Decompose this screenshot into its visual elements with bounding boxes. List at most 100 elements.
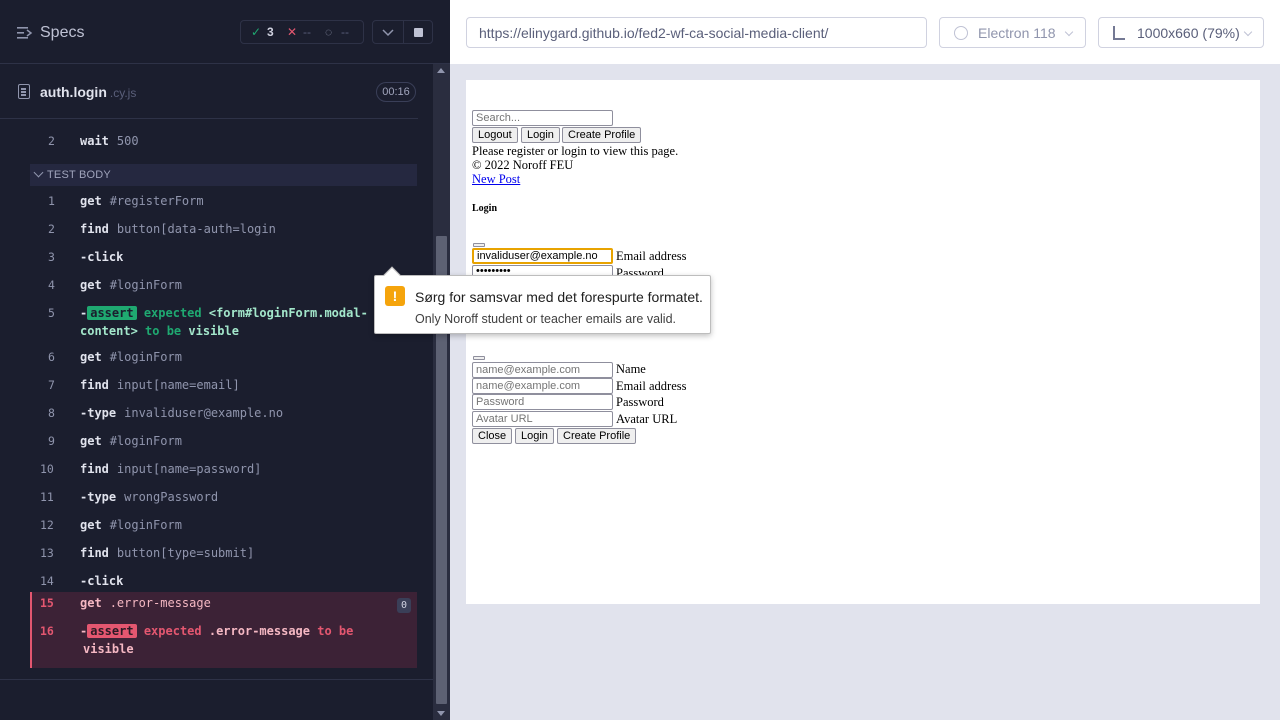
- document-icon: [18, 84, 30, 99]
- create-profile-button[interactable]: Create Profile: [557, 428, 637, 444]
- command-row[interactable]: 4 get #loginForm: [30, 276, 417, 304]
- scroll-up-arrow-icon[interactable]: [437, 68, 445, 73]
- viewport-size: 1000x660 (79%): [1137, 25, 1240, 41]
- command-row[interactable]: 2 find button[data-auth=login: [30, 220, 417, 248]
- chevron-down-icon: [33, 167, 44, 178]
- command-name: get .error-message: [80, 596, 211, 610]
- search-input[interactable]: Search...: [472, 110, 613, 126]
- email-input[interactable]: invaliduser@example.no: [472, 248, 613, 264]
- browser-selector[interactable]: Electron 118: [939, 17, 1086, 48]
- register-name-input[interactable]: name@example.com: [472, 362, 613, 378]
- chevron-down-icon: [382, 29, 394, 37]
- stop-button[interactable]: [403, 20, 433, 44]
- name-label: Name: [616, 362, 646, 376]
- divider: [0, 679, 433, 680]
- register-notice: Please register or login to view this pa…: [472, 144, 679, 158]
- spec-filename: auth.login: [40, 84, 107, 100]
- spec-title: auth.login .cy.js: [40, 84, 136, 100]
- assert-tag: assert: [87, 624, 137, 638]
- command-row[interactable]: 10 find input[name=password]: [30, 460, 417, 488]
- command-row[interactable]: 13 find button[type=submit]: [30, 544, 417, 572]
- command-name: get #loginForm: [80, 518, 182, 532]
- command-number: 11: [40, 490, 54, 504]
- command-row[interactable]: 11 -type wrongPassword: [30, 488, 417, 516]
- command-number: 1: [48, 194, 55, 208]
- passed-count: 3: [267, 25, 274, 39]
- avatar-url-label: Avatar URL: [616, 412, 678, 426]
- assert-tag: assert: [87, 306, 137, 320]
- command-number: 14: [40, 574, 54, 588]
- validation-message: Sørg for samsvar med det forespurte form…: [415, 289, 703, 305]
- login-button[interactable]: Login: [515, 428, 554, 444]
- failed-count: --: [303, 25, 311, 39]
- create-profile-button[interactable]: Create Profile: [562, 127, 642, 143]
- command-row-assert-failed[interactable]: 16 - assert expected .error-message to be…: [30, 622, 417, 666]
- command-row[interactable]: 7 find input[name=email]: [30, 376, 417, 404]
- command-number: 2: [48, 134, 55, 148]
- command-row[interactable]: 3 -click: [30, 248, 417, 276]
- command-row[interactable]: 14 -click: [30, 572, 417, 592]
- register-password-input[interactable]: Password: [472, 394, 613, 410]
- command-name: get #loginForm: [80, 434, 182, 448]
- command-row[interactable]: 12 get #loginForm: [30, 516, 417, 544]
- close-modal-button[interactable]: [473, 243, 485, 247]
- browser-name: Electron 118: [978, 25, 1056, 41]
- command-row[interactable]: 8 -type invaliduser@example.no: [30, 404, 417, 432]
- chevron-down-button[interactable]: [372, 20, 404, 44]
- email-label: Email address: [616, 249, 687, 263]
- command-row-assert[interactable]: 5 - assert expected <form#loginForm.modal…: [30, 304, 417, 348]
- assert-command: - assert expected .error-message to be vis…: [80, 624, 354, 656]
- command-row[interactable]: 1 get #registerForm: [30, 192, 417, 220]
- command-name: -type wrongPassword: [80, 490, 219, 504]
- new-post-link[interactable]: New Post: [472, 172, 520, 187]
- test-stats: ✓ 3 ✕ -- ◌ --: [240, 20, 364, 44]
- chevron-down-icon: [1064, 27, 1074, 37]
- test-body-label: TEST BODY: [47, 169, 111, 181]
- command-number: 9: [48, 434, 55, 448]
- validation-tooltip: ! Sørg for samsvar med det forespurte fo…: [374, 266, 711, 334]
- command-name: get #loginForm: [80, 350, 182, 364]
- command-log-scrollbar[interactable]: [433, 64, 450, 720]
- scroll-down-arrow-icon[interactable]: [437, 711, 445, 716]
- command-number: 2: [48, 222, 55, 236]
- command-number: 15: [40, 596, 54, 610]
- electron-icon: [954, 26, 968, 40]
- ruler-icon: [1113, 26, 1125, 40]
- command-name: -type invaliduser@example.no: [80, 406, 284, 420]
- login-button[interactable]: Login: [521, 127, 560, 143]
- command-row[interactable]: 6 get #loginForm: [30, 348, 417, 376]
- url-bar[interactable]: https://elinygard.github.io/fed2-wf-ca-s…: [466, 17, 927, 48]
- specs-list-icon[interactable]: [17, 26, 33, 40]
- runner-topbar: Specs ✓ 3 ✕ -- ◌ --: [0, 0, 450, 64]
- command-row[interactable]: 9 get #loginForm: [30, 432, 417, 460]
- command-number: 4: [48, 278, 55, 292]
- command-row-failed[interactable]: 15 get .error-message: [30, 594, 417, 622]
- test-body-header[interactable]: TEST BODY: [30, 164, 417, 186]
- command-name: -click: [80, 574, 124, 588]
- viewport-selector[interactable]: 1000x660 (79%): [1098, 17, 1264, 48]
- warning-icon: !: [385, 286, 405, 306]
- spec-header: auth.login .cy.js 00:16: [0, 65, 418, 119]
- avatar-url-input[interactable]: Avatar URL: [472, 411, 613, 427]
- command-row[interactable]: 2 wait 500: [30, 132, 417, 152]
- command-number: 16: [40, 624, 54, 638]
- command-name: find button[type=submit]: [80, 546, 255, 560]
- command-name: find input[name=password]: [80, 462, 262, 476]
- password-label: Password: [616, 395, 664, 409]
- specs-label[interactable]: Specs: [40, 24, 84, 42]
- command-number: 13: [40, 546, 54, 560]
- command-number: 5: [48, 306, 55, 320]
- command-name: find button[data-auth=login: [80, 222, 276, 236]
- app-preview-panel: https://elinygard.github.io/fed2-wf-ca-s…: [450, 0, 1280, 720]
- close-modal-button[interactable]: [473, 356, 485, 360]
- failed-x-icon: ✕: [287, 25, 298, 39]
- logout-button[interactable]: Logout: [472, 127, 518, 143]
- close-button[interactable]: Close: [472, 428, 513, 444]
- pending-count: --: [341, 25, 349, 39]
- assert-command: - assert expected <form#loginForm.modal-c…: [80, 306, 368, 338]
- app-under-test-frame: Search... Logout Login Create Profile Pl…: [466, 80, 1260, 604]
- preview-toolbar: https://elinygard.github.io/fed2-wf-ca-s…: [450, 0, 1280, 64]
- copyright-text: © 2022 Noroff FEU: [472, 158, 574, 172]
- register-email-input[interactable]: name@example.com: [472, 378, 613, 394]
- command-log: 2 wait 500 TEST BODY 1 get #registerForm 2…: [30, 120, 417, 668]
